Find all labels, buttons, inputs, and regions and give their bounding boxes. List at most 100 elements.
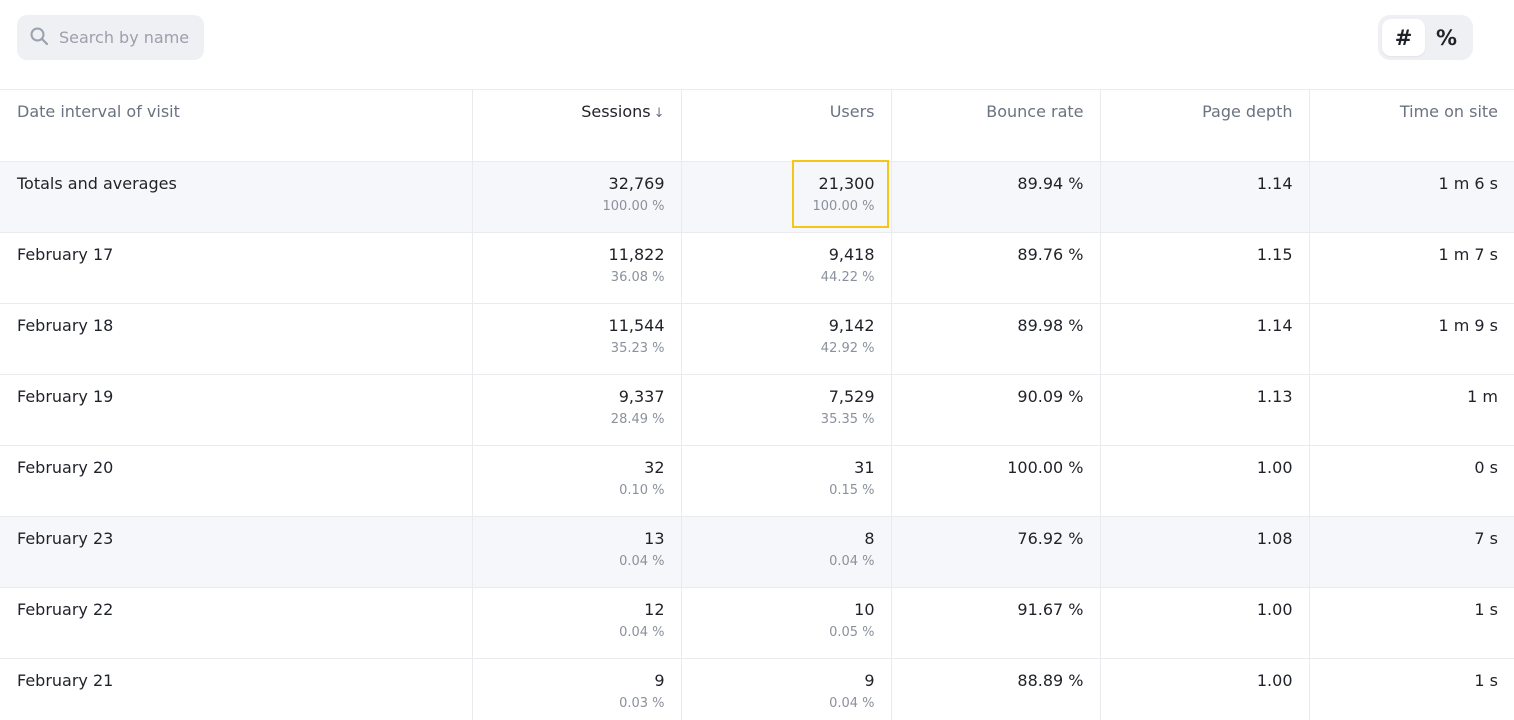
table-header-row: Date interval of visit Sessions ↓ Users B… bbox=[0, 90, 1514, 162]
users-percent: 0.15 % bbox=[829, 482, 875, 498]
table-row[interactable]: February 21 9 0.03 % 9 0.04 % 88.89 % 1.00… bbox=[0, 658, 1514, 720]
sessions-percent: 0.04 % bbox=[619, 624, 665, 640]
users-value: 9,142 bbox=[828, 315, 875, 335]
bounce-rate-cell: 91.67 % bbox=[890, 587, 1100, 659]
table-row[interactable]: February 19 9,337 28.49 % 7,529 35.35 % 90… bbox=[0, 374, 1514, 446]
bounce-rate-cell: 89.94 % bbox=[890, 161, 1100, 233]
row-label: February 19 bbox=[17, 386, 114, 406]
users-cell: 9 0.04 % bbox=[680, 658, 891, 720]
users-value: 10 bbox=[854, 599, 875, 619]
row-label: February 18 bbox=[17, 315, 114, 335]
bounce-rate-value: 88.89 % bbox=[1017, 670, 1084, 690]
page-depth-cell: 1.08 bbox=[1099, 516, 1309, 588]
column-header-label: Bounce rate bbox=[986, 102, 1084, 121]
bounce-rate-value: 100.00 % bbox=[1007, 457, 1084, 477]
table-row[interactable]: February 22 12 0.04 % 10 0.05 % 91.67 % 1.… bbox=[0, 587, 1514, 659]
sessions-cell: 12 0.04 % bbox=[471, 587, 681, 659]
bounce-rate-cell: 76.92 % bbox=[890, 516, 1100, 588]
sessions-value: 9 bbox=[654, 670, 665, 690]
column-header-bounce-rate[interactable]: Bounce rate bbox=[890, 90, 1100, 162]
search-input[interactable] bbox=[59, 28, 199, 47]
column-header-time-on-site[interactable]: Time on site bbox=[1308, 90, 1514, 162]
page-depth-cell: 1.00 bbox=[1099, 658, 1309, 720]
number-mode-button[interactable]: # bbox=[1382, 19, 1425, 56]
users-percent: 44.22 % bbox=[820, 269, 875, 285]
column-header-sessions[interactable]: Sessions ↓ bbox=[471, 90, 681, 162]
sessions-cell: 9 0.03 % bbox=[471, 658, 681, 720]
sessions-cell: 9,337 28.49 % bbox=[471, 374, 681, 446]
table-row[interactable]: February 23 13 0.04 % 8 0.04 % 76.92 % 1.0… bbox=[0, 516, 1514, 588]
sessions-value: 12 bbox=[644, 599, 665, 619]
page-depth-cell: 1.15 bbox=[1099, 232, 1309, 304]
row-label: February 22 bbox=[17, 599, 114, 619]
users-cell: 9,142 42.92 % bbox=[680, 303, 891, 375]
users-percent: 0.04 % bbox=[829, 553, 875, 569]
sessions-cell: 11,822 36.08 % bbox=[471, 232, 681, 304]
users-percent: 0.04 % bbox=[829, 695, 875, 711]
users-percent: 100.00 % bbox=[812, 198, 875, 214]
time-on-site-cell: 1 m bbox=[1308, 374, 1514, 446]
sessions-cell: 32,769 100.00 % bbox=[471, 161, 681, 233]
column-header-date[interactable]: Date interval of visit bbox=[0, 90, 472, 162]
time-on-site-value: 1 s bbox=[1474, 599, 1498, 619]
row-label-cell: February 20 bbox=[0, 445, 472, 517]
bounce-rate-value: 89.98 % bbox=[1017, 315, 1084, 335]
row-label: February 17 bbox=[17, 244, 114, 264]
column-header-users[interactable]: Users bbox=[680, 90, 891, 162]
sessions-cell: 13 0.04 % bbox=[471, 516, 681, 588]
table-row[interactable]: February 17 11,822 36.08 % 9,418 44.22 % 8… bbox=[0, 232, 1514, 304]
users-cell: 7,529 35.35 % bbox=[680, 374, 891, 446]
sessions-percent: 0.10 % bbox=[619, 482, 665, 498]
page-depth-value: 1.00 bbox=[1256, 670, 1293, 690]
time-on-site-cell: 1 s bbox=[1308, 658, 1514, 720]
users-percent: 42.92 % bbox=[820, 340, 875, 356]
bounce-rate-cell: 90.09 % bbox=[890, 374, 1100, 446]
time-on-site-cell: 1 m 7 s bbox=[1308, 232, 1514, 304]
users-value: 21,300 bbox=[818, 173, 875, 193]
page-depth-cell: 1.14 bbox=[1099, 303, 1309, 375]
users-cell: 9,418 44.22 % bbox=[680, 232, 891, 304]
bounce-rate-cell: 100.00 % bbox=[890, 445, 1100, 517]
column-header-page-depth[interactable]: Page depth bbox=[1099, 90, 1309, 162]
users-value: 7,529 bbox=[828, 386, 875, 406]
users-cell: 10 0.05 % bbox=[680, 587, 891, 659]
time-on-site-value: 1 m 6 s bbox=[1438, 173, 1498, 193]
search-box[interactable] bbox=[17, 15, 204, 60]
row-label-cell: February 22 bbox=[0, 587, 472, 659]
sessions-value: 9,337 bbox=[618, 386, 665, 406]
page-depth-value: 1.15 bbox=[1256, 244, 1293, 264]
sessions-value: 32 bbox=[644, 457, 665, 477]
sessions-value: 11,544 bbox=[608, 315, 665, 335]
time-on-site-cell: 1 s bbox=[1308, 587, 1514, 659]
row-label: Totals and averages bbox=[17, 173, 177, 193]
sessions-value: 11,822 bbox=[608, 244, 665, 264]
time-on-site-value: 7 s bbox=[1474, 528, 1498, 548]
sessions-cell: 32 0.10 % bbox=[471, 445, 681, 517]
table-row[interactable]: February 20 32 0.10 % 31 0.15 % 100.00 % 1… bbox=[0, 445, 1514, 517]
time-on-site-value: 1 m 7 s bbox=[1438, 244, 1498, 264]
page-depth-cell: 1.13 bbox=[1099, 374, 1309, 446]
page-depth-value: 1.14 bbox=[1256, 315, 1293, 335]
percent-mode-button[interactable]: % bbox=[1425, 19, 1468, 56]
page-depth-value: 1.13 bbox=[1256, 386, 1293, 406]
bounce-rate-value: 91.67 % bbox=[1017, 599, 1084, 619]
sessions-percent: 35.23 % bbox=[610, 340, 665, 356]
users-value: 9,418 bbox=[828, 244, 875, 264]
time-on-site-value: 0 s bbox=[1474, 457, 1498, 477]
users-percent: 35.35 % bbox=[820, 411, 875, 427]
users-value: 9 bbox=[864, 670, 875, 690]
sessions-percent: 0.03 % bbox=[619, 695, 665, 711]
column-header-label: Date interval of visit bbox=[17, 102, 180, 121]
page-depth-value: 1.00 bbox=[1256, 457, 1293, 477]
table-row[interactable]: February 18 11,544 35.23 % 9,142 42.92 % 8… bbox=[0, 303, 1514, 375]
page-depth-cell: 1.14 bbox=[1099, 161, 1309, 233]
time-on-site-cell: 7 s bbox=[1308, 516, 1514, 588]
bounce-rate-cell: 88.89 % bbox=[890, 658, 1100, 720]
row-label-cell: February 17 bbox=[0, 232, 472, 304]
toolbar: # % bbox=[0, 0, 1514, 90]
row-label-cell: Totals and averages bbox=[0, 161, 472, 233]
column-header-label: Time on site bbox=[1399, 102, 1498, 121]
users-percent: 0.05 % bbox=[829, 624, 875, 640]
sessions-percent: 28.49 % bbox=[610, 411, 665, 427]
column-header-label: Sessions bbox=[581, 102, 651, 121]
